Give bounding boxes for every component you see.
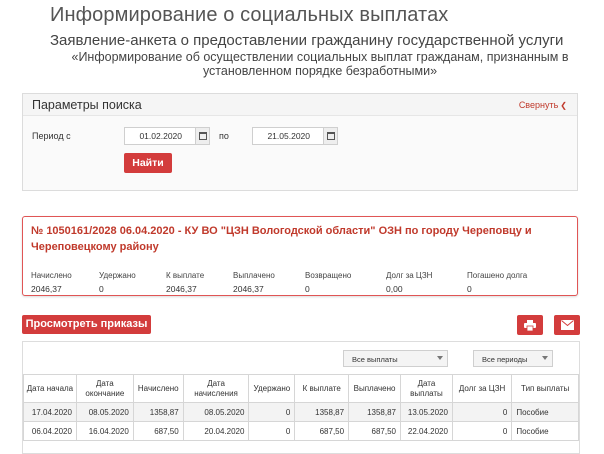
email-button[interactable] [554,315,580,335]
date-from-input[interactable]: 01.02.2020 [124,127,196,145]
payments-table: Дата начала Дата окончание Начислено Дат… [23,374,579,441]
stat-label: Начислено [31,271,72,280]
table-cell: 20.04.2020 [182,421,250,441]
envelope-icon [560,320,574,330]
column-header[interactable]: Дата выплаты [399,374,453,403]
stat-value: 0 [467,284,472,294]
period-from-label: Период с [32,131,71,141]
table-cell: Пособие [511,421,579,441]
table-cell: 08.05.2020 [182,402,250,422]
column-header[interactable]: Дата окончание [75,374,134,403]
payments-table-panel: Все выплаты Все периоды Дата начала Дата… [22,341,580,454]
date-from-value: 01.02.2020 [139,131,182,141]
stat-value: 2046,37 [31,284,62,294]
record-title: № 1050161/2028 06.04.2020 - КУ ВО "ЦЗН В… [31,225,532,253]
stat-value: 2046,37 [233,284,264,294]
search-panel-header: Параметры поиска Свернуть ❮ [23,94,577,116]
column-header[interactable]: Начислено [132,374,184,403]
table-cell: 17.04.2020 [23,402,77,422]
calendar-icon [198,132,207,140]
periods-filter-value: Все периоды [482,355,528,364]
table-cell: 0 [451,402,513,422]
table-row: 06.04.2020 16.04.2020 687,50 20.04.2020 … [23,421,579,441]
table-cell: 0 [248,402,296,422]
payments-filter-select[interactable]: Все выплаты [343,350,448,367]
column-header[interactable]: Дата начала [23,374,77,403]
date-from-calendar-button[interactable] [196,127,210,145]
printer-icon [524,319,536,331]
column-header[interactable]: К выплате [294,374,350,403]
view-orders-button[interactable]: Просмотреть приказы [22,315,151,334]
stat-withheld: Удержано 0 [99,271,136,294]
table-cell: 13.05.2020 [399,402,453,422]
table-cell: 687,50 [294,421,350,441]
date-to-calendar-button[interactable] [324,127,338,145]
table-cell: 1358,87 [132,402,184,422]
record-card: № 1050161/2028 06.04.2020 - КУ ВО "ЦЗН В… [22,216,578,296]
service-name-line-2: установленном порядке безработными» [202,64,438,78]
stat-debt-repaid: Погашено долга 0 [467,271,527,294]
stat-label: Возвращено [305,271,352,280]
service-name-line-1: «Информирование об осуществлении социаль… [71,50,569,64]
table-cell: 687,50 [132,421,184,441]
table-cell: 687,50 [348,421,401,441]
date-to-input[interactable]: 21.05.2020 [252,127,324,145]
column-header[interactable]: Дата начисления [182,374,250,403]
stat-value: 2046,37 [166,284,197,294]
stat-value: 0 [99,284,104,294]
payments-filter-value: Все выплаты [352,355,398,364]
find-button[interactable]: Найти [124,153,172,173]
stat-label: К выплате [166,271,205,280]
stat-label: Погашено долга [467,271,528,280]
stat-to-pay: К выплате 2046,37 [166,271,204,294]
stat-debt: Долг за ЦЗН 0,00 [386,271,432,294]
column-header[interactable]: Удержано [248,374,296,403]
page-title: Информирование о социальных выплатах [50,4,449,26]
table-cell: 22.04.2020 [399,421,453,441]
period-to-label: по [219,131,229,141]
service-name: «Информирование об осуществлении социаль… [60,50,580,78]
table-header-row: Дата начала Дата окончание Начислено Дат… [23,374,579,403]
stat-label: Выплачено [233,271,275,280]
stat-value: 0,00 [386,284,403,294]
collapse-label: Свернуть [518,100,559,110]
table-cell: 06.04.2020 [23,421,77,441]
stat-value: 0 [305,284,310,294]
print-button[interactable] [517,315,543,335]
table-cell: Пособие [511,402,579,422]
table-cell: 0 [248,421,296,441]
stat-returned: Возвращено 0 [305,271,351,294]
table-cell: 1358,87 [348,402,401,422]
search-panel-title: Параметры поиска [32,98,142,112]
column-header[interactable]: Долг за ЦЗН [451,374,513,403]
dropdown-arrow-icon [437,356,443,360]
stat-label: Удержано [99,271,136,280]
column-header[interactable]: Выплачено [348,374,401,403]
table-cell: 16.04.2020 [75,421,134,441]
stat-accrued: Начислено 2046,37 [31,271,72,294]
periods-filter-select[interactable]: Все периоды [473,350,553,367]
collapse-link[interactable]: Свернуть ❮ [519,100,567,110]
search-panel: Параметры поиска Свернуть ❮ Период с 01.0… [22,93,578,191]
date-to-value: 21.05.2020 [267,131,310,141]
stat-paid: Выплачено 2046,37 [233,271,275,294]
chevron-down-icon: ❮ [560,101,567,110]
table-cell: 0 [451,421,513,441]
table-row: 17.04.2020 08.05.2020 1358,87 08.05.2020… [23,402,579,422]
table-cell: 1358,87 [294,402,350,422]
calendar-icon [326,132,335,140]
dropdown-arrow-icon [542,356,548,360]
table-cell: 08.05.2020 [75,402,134,422]
column-header[interactable]: Тип выплаты [511,374,579,403]
form-subtitle: Заявление-анкета о предоставлении гражда… [50,32,564,49]
stat-label: Долг за ЦЗН [386,271,433,280]
